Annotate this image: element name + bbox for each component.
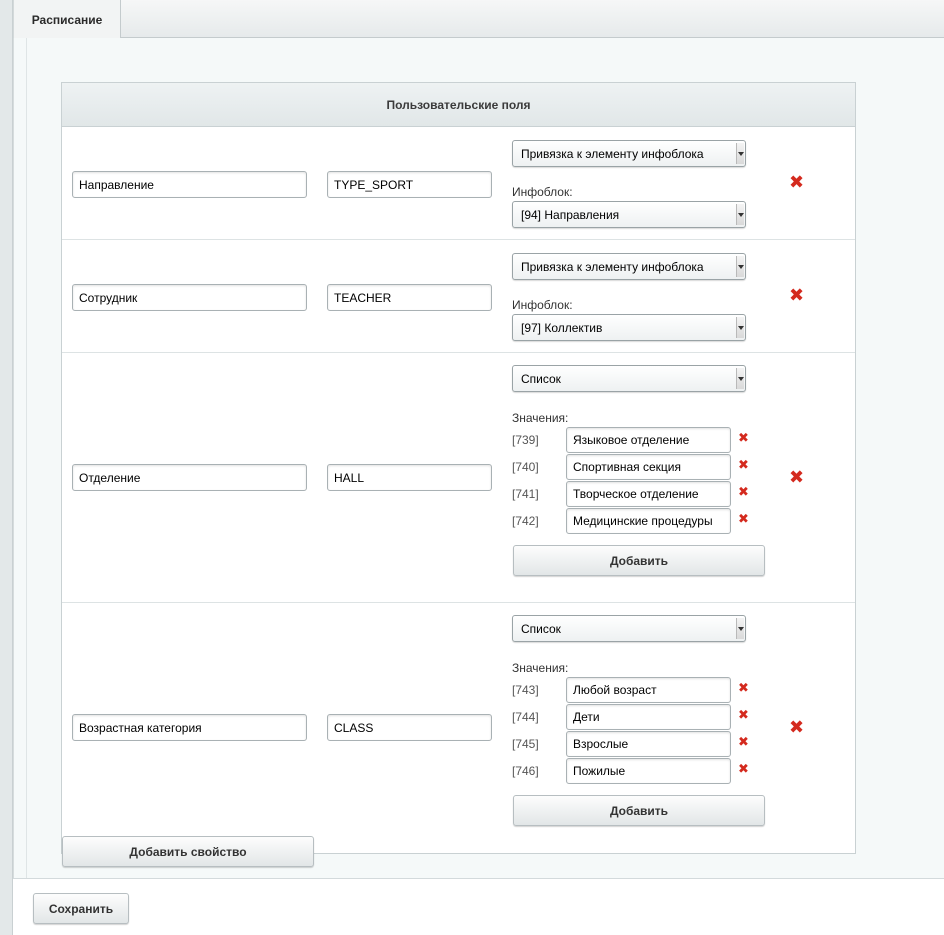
left-edge-strip xyxy=(0,0,13,935)
dropdown-arrow-icon xyxy=(736,368,744,389)
value-input[interactable] xyxy=(566,731,731,757)
field-code-input[interactable] xyxy=(327,171,492,198)
iblock-value: [97] Коллектив xyxy=(521,320,603,335)
field-row: Привязка к элементу инфоблока Инфоблок: … xyxy=(62,127,855,240)
add-value-button[interactable]: Добавить xyxy=(513,795,765,826)
field-name-input[interactable] xyxy=(72,171,307,198)
dropdown-arrow-icon xyxy=(736,143,744,164)
value-input[interactable] xyxy=(566,427,731,453)
value-input[interactable] xyxy=(566,481,731,507)
value-id: [741] xyxy=(512,487,539,501)
dropdown-arrow-icon xyxy=(736,618,744,639)
add-value-button[interactable]: Добавить xyxy=(513,545,765,576)
delete-value-icon[interactable]: ✖ xyxy=(738,681,749,694)
iblock-select[interactable]: [97] Коллектив xyxy=(512,314,746,341)
dropdown-arrow-icon xyxy=(736,256,744,277)
value-id: [740] xyxy=(512,460,539,474)
section-title: Пользовательские поля xyxy=(62,83,855,127)
dropdown-arrow-icon xyxy=(736,204,744,225)
field-type-value: Список xyxy=(521,621,561,636)
field-row: Привязка к элементу инфоблока Инфоблок: … xyxy=(62,240,855,353)
value-id: [745] xyxy=(512,737,539,751)
field-name-input[interactable] xyxy=(72,714,307,741)
delete-field-icon[interactable]: ✖ xyxy=(789,173,804,191)
value-id: [742] xyxy=(512,514,539,528)
content-inner: Пользовательские поля Привязка к элемент… xyxy=(26,38,944,878)
field-code-input[interactable] xyxy=(327,284,492,311)
field-name-input[interactable] xyxy=(72,284,307,311)
field-type-select[interactable]: Список xyxy=(512,615,746,642)
content-area: Пользовательские поля Привязка к элемент… xyxy=(13,38,944,878)
delete-value-icon[interactable]: ✖ xyxy=(738,512,749,525)
delete-value-icon[interactable]: ✖ xyxy=(738,708,749,721)
field-row: Список Значения: [739] ✖ [740] ✖ [741] ✖… xyxy=(62,353,855,603)
iblock-label: Инфоблок: xyxy=(512,185,573,199)
dropdown-arrow-icon xyxy=(736,317,744,338)
values-label: Значения: xyxy=(512,661,569,675)
delete-value-icon[interactable]: ✖ xyxy=(738,735,749,748)
delete-value-icon[interactable]: ✖ xyxy=(738,458,749,471)
values-label: Значения: xyxy=(512,411,569,425)
delete-value-icon[interactable]: ✖ xyxy=(738,485,749,498)
iblock-select[interactable]: [94] Направления xyxy=(512,201,746,228)
field-code-input[interactable] xyxy=(327,714,492,741)
footer-bar: Сохранить xyxy=(13,878,944,935)
value-id: [739] xyxy=(512,433,539,447)
field-name-input[interactable] xyxy=(72,464,307,491)
delete-value-icon[interactable]: ✖ xyxy=(738,431,749,444)
field-code-input[interactable] xyxy=(327,464,492,491)
delete-field-icon[interactable]: ✖ xyxy=(789,468,804,486)
delete-field-icon[interactable]: ✖ xyxy=(789,286,804,304)
value-id: [744] xyxy=(512,710,539,724)
tab-bar: Расписание xyxy=(13,0,944,39)
iblock-value: [94] Направления xyxy=(521,207,620,222)
value-input[interactable] xyxy=(566,677,731,703)
tab-schedule[interactable]: Расписание xyxy=(13,0,121,39)
iblock-label: Инфоблок: xyxy=(512,298,573,312)
delete-value-icon[interactable]: ✖ xyxy=(738,762,749,775)
value-id: [743] xyxy=(512,683,539,697)
field-type-select[interactable]: Список xyxy=(512,365,746,392)
value-input[interactable] xyxy=(566,758,731,784)
field-type-value: Привязка к элементу инфоблока xyxy=(521,259,704,274)
value-input[interactable] xyxy=(566,454,731,480)
value-id: [746] xyxy=(512,764,539,778)
field-type-select[interactable]: Привязка к элементу инфоблока xyxy=(512,140,746,167)
field-type-value: Список xyxy=(521,371,561,386)
field-type-value: Привязка к элементу инфоблока xyxy=(521,146,704,161)
value-input[interactable] xyxy=(566,508,731,534)
value-input[interactable] xyxy=(566,704,731,730)
add-property-button[interactable]: Добавить свойство xyxy=(62,836,314,867)
field-row: Список Значения: [743] ✖ [744] ✖ [745] ✖… xyxy=(62,603,855,853)
save-button[interactable]: Сохранить xyxy=(33,893,129,924)
field-type-select[interactable]: Привязка к элементу инфоблока xyxy=(512,253,746,280)
custom-fields-table: Пользовательские поля Привязка к элемент… xyxy=(61,82,856,854)
delete-field-icon[interactable]: ✖ xyxy=(789,718,804,736)
